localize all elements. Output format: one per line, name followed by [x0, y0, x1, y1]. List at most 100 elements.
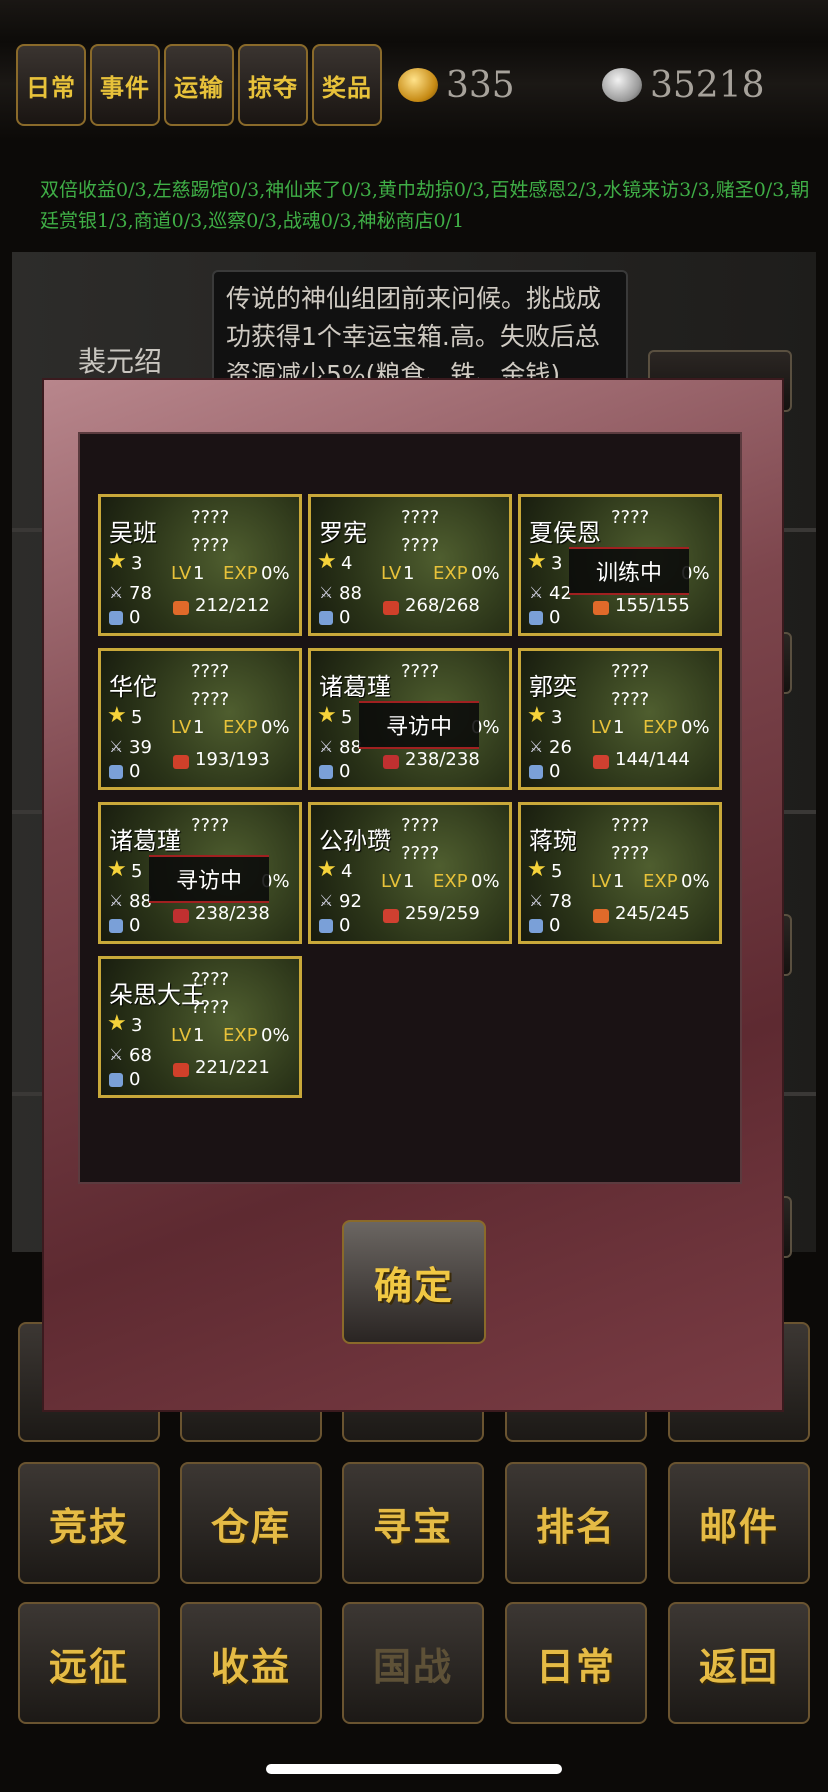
hero-exp: 0%	[261, 563, 290, 584]
hero-unknown-1: ????	[611, 661, 650, 682]
hero-card[interactable]: 诸葛瑾???? ★ 5 ⚔ 88 0 0% 238/238 寻访中	[98, 802, 302, 944]
hero-attack: 78	[549, 891, 572, 912]
exp-label: EXP	[223, 717, 258, 738]
warehouse-button[interactable]: 仓库	[180, 1462, 322, 1584]
hero-level: 1	[193, 717, 205, 738]
ranking-button[interactable]: 排名	[505, 1462, 647, 1584]
tab-events[interactable]: 事件	[90, 44, 160, 126]
hero-level: 1	[403, 563, 415, 584]
hero-level: 1	[613, 717, 625, 738]
star-icon: ★	[527, 549, 547, 574]
hero-card[interactable]: 诸葛瑾???? ★ 5 ⚔ 88 0 0% 238/238 寻访中	[308, 648, 512, 790]
hero-defense: 0	[549, 761, 561, 782]
gold-counter: 335	[398, 60, 515, 110]
armor-icon	[319, 765, 333, 779]
hero-card[interactable]: 罗宪???????? ★ 4 ⚔ 88 0 LV 1 EXP 0% 268/268	[308, 494, 512, 636]
hero-unknown-1: ????	[191, 661, 230, 682]
hero-attack: 78	[129, 583, 152, 604]
event-counters: 双倍收益0/3,左慈踢馆0/3,神仙来了0/3,黄巾劫掠0/3,百姓感恩2/3,…	[40, 179, 810, 232]
hero-card[interactable]: 公孙瓒???????? ★ 4 ⚔ 92 0 LV 1 EXP 0% 259/259	[308, 802, 512, 944]
hero-card[interactable]: 华佗???????? ★ 5 ⚔ 39 0 LV 1 EXP 0% 193/193	[98, 648, 302, 790]
hero-exp: 0%	[681, 871, 710, 892]
hero-troops: 238/238	[195, 903, 270, 924]
troop-icon	[173, 909, 189, 923]
troop-icon	[173, 755, 189, 769]
sword-icon: ⚔	[529, 583, 544, 602]
hero-card[interactable]: 郭奕???????? ★ 3 ⚔ 26 0 LV 1 EXP 0% 144/144	[518, 648, 722, 790]
tab-prizes[interactable]: 奖品	[312, 44, 382, 126]
hero-name: 罗宪	[319, 519, 367, 547]
exp-label: EXP	[223, 563, 258, 584]
hero-unknown-2: ????	[191, 689, 230, 710]
hero-troops: 245/245	[615, 903, 690, 924]
hero-exp: 0%	[471, 871, 500, 892]
mail-button[interactable]: 邮件	[668, 1462, 810, 1584]
hero-name: 蒋琬	[529, 827, 577, 855]
hero-card[interactable]: 朵思大王???????? ★ 3 ⚔ 68 0 LV 1 EXP 0% 221/221	[98, 956, 302, 1098]
level-label: LV	[591, 871, 612, 892]
hero-troops: 144/144	[615, 749, 690, 770]
level-label: LV	[591, 717, 612, 738]
armor-icon	[529, 765, 543, 779]
troop-icon	[383, 601, 399, 615]
tab-daily[interactable]: 日常	[16, 44, 86, 126]
star-icon: ★	[527, 703, 547, 728]
star-icon: ★	[317, 549, 337, 574]
level-label: LV	[171, 1025, 192, 1046]
hero-attack: 92	[339, 891, 362, 912]
level-label: LV	[171, 717, 192, 738]
hero-unknown-1: ????	[191, 507, 230, 528]
hero-stars: 4	[341, 553, 353, 574]
tab-plunder[interactable]: 掠夺	[238, 44, 308, 126]
hero-exp: 0%	[471, 563, 500, 584]
troop-icon	[593, 909, 609, 923]
treasure-hunt-button[interactable]: 寻宝	[342, 1462, 484, 1584]
hero-stars: 3	[551, 553, 563, 574]
troop-icon	[593, 755, 609, 769]
event-description: 传说的神仙组团前来问候。挑战成功获得1个幸运宝箱.高。失败后总资源减少5%(粮食…	[212, 270, 628, 390]
daily-button[interactable]: 日常	[505, 1602, 647, 1724]
troop-icon	[173, 601, 189, 615]
hero-status: 寻访中	[359, 701, 479, 749]
nation-war-button[interactable]: 国战	[342, 1602, 484, 1724]
hero-attack: 39	[129, 737, 152, 758]
gold-amount: 335	[446, 64, 515, 106]
home-indicator[interactable]	[266, 1764, 562, 1774]
star-icon: ★	[107, 703, 127, 728]
hero-unknown-2: ????	[191, 535, 230, 556]
armor-icon	[529, 611, 543, 625]
hero-troops: 193/193	[195, 749, 270, 770]
hero-stars: 5	[131, 861, 143, 882]
hero-exp: 0%	[681, 717, 710, 738]
confirm-button[interactable]: 确定	[342, 1220, 486, 1344]
armor-icon	[109, 611, 123, 625]
gold-ingot-icon	[398, 68, 438, 102]
hero-card[interactable]: 蒋琬???????? ★ 5 ⚔ 78 0 LV 1 EXP 0% 245/245	[518, 802, 722, 944]
hero-defense: 0	[339, 607, 351, 628]
arena-button[interactable]: 竞技	[18, 1462, 160, 1584]
back-button[interactable]: 返回	[668, 1602, 810, 1724]
hero-defense: 0	[339, 761, 351, 782]
income-button[interactable]: 收益	[180, 1602, 322, 1724]
sword-icon: ⚔	[319, 891, 334, 910]
hero-name: 诸葛瑾	[109, 827, 181, 855]
star-icon: ★	[527, 857, 547, 882]
exp-label: EXP	[643, 871, 678, 892]
hero-troops: 221/221	[195, 1057, 270, 1078]
exp-label: EXP	[433, 563, 468, 584]
silver-ingot-icon	[602, 68, 642, 102]
hero-card[interactable]: 夏侯恩???? ★ 3 ⚔ 42 0 0% 155/155 训练中	[518, 494, 722, 636]
expedition-button[interactable]: 远征	[18, 1602, 160, 1724]
hero-name: 华佗	[109, 673, 157, 701]
tab-transport[interactable]: 运输	[164, 44, 234, 126]
hero-defense: 0	[129, 1069, 141, 1090]
sword-icon: ⚔	[109, 1045, 124, 1064]
sword-icon: ⚔	[529, 891, 544, 910]
exp-label: EXP	[223, 1025, 258, 1046]
hero-troops: 155/155	[615, 595, 690, 616]
sword-icon: ⚔	[529, 737, 544, 756]
hero-troops: 259/259	[405, 903, 480, 924]
hero-card[interactable]: 吴班???????? ★ 3 ⚔ 78 0 LV 1 EXP 0% 212/212	[98, 494, 302, 636]
hero-stars: 5	[551, 861, 563, 882]
hero-unknown-2: ????	[401, 843, 440, 864]
